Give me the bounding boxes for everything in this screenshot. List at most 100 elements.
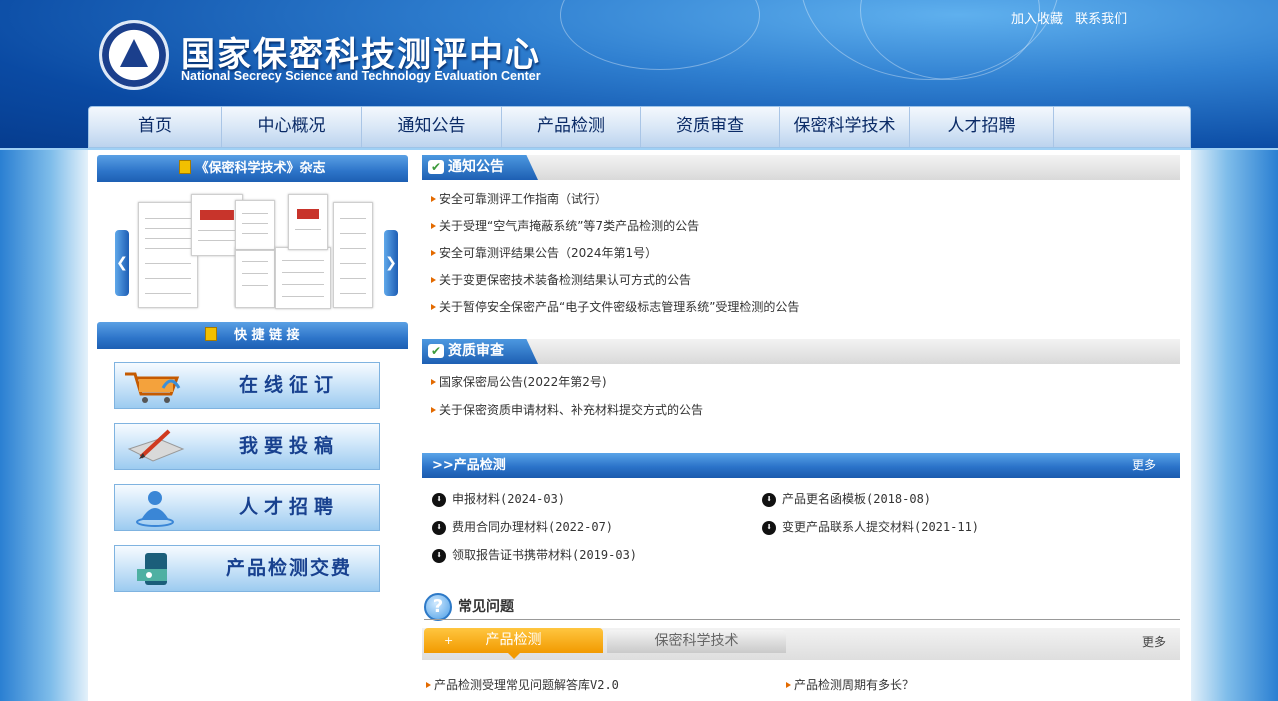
download-text: 申报材料(2024-03) xyxy=(452,492,566,506)
faq-tab-bar: + 产品检测 保密科学技术 更多 xyxy=(422,628,1180,660)
shopping-cart-icon xyxy=(125,372,181,403)
contact-link[interactable]: 联系我们 xyxy=(1075,12,1127,27)
bullet-icon xyxy=(431,407,436,413)
download-item[interactable]: ⬇ 申报材料(2024-03) xyxy=(432,490,565,507)
check-icon: ✔ xyxy=(428,160,444,174)
qualification-item[interactable]: 国家保密局公告(2022年第2号) xyxy=(431,373,607,390)
faq-divider xyxy=(424,619,1180,620)
submit-manuscript-label: 我要投稿 xyxy=(238,435,339,457)
qualification-tab[interactable]: ✔ 资质审查 xyxy=(422,339,538,364)
nav-about[interactable]: 中心概况 xyxy=(222,107,362,147)
carousel-prev-button[interactable]: ❮ xyxy=(115,230,129,296)
bullet-icon xyxy=(786,682,791,688)
notice-text: 安全可靠测评工作指南（试行） xyxy=(439,192,608,206)
notice-text: 安全可靠测评结果公告（2024年第1号） xyxy=(439,246,658,260)
nav-secrecy-tech[interactable]: 保密科学技术 xyxy=(780,107,910,147)
download-item[interactable]: ⬇ 变更产品联系人提交材料(2021-11) xyxy=(762,518,979,535)
magazine-carousel: ❮ ❯ xyxy=(115,192,398,310)
notice-item[interactable]: 安全可靠测评工作指南（试行） xyxy=(431,190,607,207)
payment-card-icon xyxy=(137,553,167,585)
magazine-page-thumb[interactable] xyxy=(235,250,275,308)
faq-tab-secrecy-tech[interactable]: 保密科学技术 xyxy=(607,630,786,653)
notice-text: 关于暂停安全保密产品“电子文件密级标志管理系统”受理检测的公告 xyxy=(439,300,800,314)
question-icon: ? xyxy=(424,593,452,621)
book-icon xyxy=(205,327,218,341)
nav-product-testing[interactable]: 产品检测 xyxy=(502,107,641,147)
nav-qualification[interactable]: 资质审查 xyxy=(641,107,780,147)
faq-tab-product-testing[interactable]: + 产品检测 xyxy=(424,628,603,659)
recruitment-label: 人才招聘 xyxy=(238,496,339,518)
testing-fee-button[interactable]: 产品检测交费 xyxy=(114,545,380,592)
download-icon: ⬇ xyxy=(762,493,776,507)
notice-item[interactable]: 关于变更保密技术装备检测结果认可方式的公告 xyxy=(431,271,691,288)
bullet-icon xyxy=(431,223,436,229)
magazine-page-thumb[interactable] xyxy=(275,247,331,309)
notice-item[interactable]: 安全可靠测评结果公告（2024年第1号） xyxy=(431,244,657,261)
main-nav: 首页 中心概况 通知公告 产品检测 资质审查 保密科学技术 人才招聘 xyxy=(88,106,1191,148)
product-testing-more-link[interactable]: 更多 xyxy=(1132,453,1156,478)
tab-pointer xyxy=(508,653,520,659)
magazine-header: 《保密科学技术》杂志 xyxy=(97,155,408,182)
product-testing-title: >>产品检测 xyxy=(432,458,506,473)
notices-tab[interactable]: ✔ 通知公告 xyxy=(422,155,538,180)
notice-text: 关于变更保密技术装备检测结果认可方式的公告 xyxy=(439,273,692,287)
bullet-icon xyxy=(431,304,436,310)
add-favorite-link[interactable]: 加入收藏 xyxy=(1011,12,1063,27)
download-item[interactable]: ⬇ 产品更名函模板(2018-08) xyxy=(762,490,931,507)
notice-text: 关于受理“空气声掩蔽系统”等7类产品检测的公告 xyxy=(439,219,700,233)
faq-item[interactable]: 产品检测受理常见问题解答库V2.0 xyxy=(426,676,619,693)
download-text: 变更产品联系人提交材料(2021-11) xyxy=(782,520,980,534)
magazine-page-thumb[interactable] xyxy=(288,194,328,250)
recruitment-button[interactable]: 人才招聘 xyxy=(114,484,380,531)
bullet-icon xyxy=(426,682,431,688)
download-text: 产品更名函模板(2018-08) xyxy=(782,492,932,506)
pen-paper-icon xyxy=(127,429,185,462)
submit-manuscript-button[interactable]: 我要投稿 xyxy=(114,423,380,470)
download-icon: ⬇ xyxy=(762,521,776,535)
book-icon xyxy=(179,160,192,174)
download-text: 领取报告证书携带材料(2019-03) xyxy=(452,548,638,562)
bullet-icon xyxy=(431,277,436,283)
nav-home[interactable]: 首页 xyxy=(89,107,222,147)
online-subscribe-button[interactable]: 在线征订 xyxy=(114,362,380,409)
faq-text: 产品检测受理常见问题解答库V2.0 xyxy=(434,678,619,692)
person-icon xyxy=(136,491,174,527)
faq-tab-label: 产品检测 xyxy=(485,632,542,648)
site-subtitle: National Secrecy Science and Technology … xyxy=(181,69,541,83)
qualification-item[interactable]: 关于保密资质申请材料、补充材料提交方式的公告 xyxy=(431,401,703,418)
faq-header: ? 常见问题 xyxy=(424,593,514,621)
nav-notices[interactable]: 通知公告 xyxy=(362,107,502,147)
download-item[interactable]: ⬇ 费用合同办理材料(2022-07) xyxy=(432,518,613,535)
online-subscribe-label: 在线征订 xyxy=(238,374,339,396)
qualification-header: ✔ 资质审查 xyxy=(422,339,1180,364)
download-icon: ⬇ xyxy=(432,493,446,507)
notice-item[interactable]: 关于受理“空气声掩蔽系统”等7类产品检测的公告 xyxy=(431,217,699,234)
download-item[interactable]: ⬇ 领取报告证书携带材料(2019-03) xyxy=(432,546,637,563)
qualification-title: 资质审查 xyxy=(448,343,504,359)
notices-header: ✔ 通知公告 xyxy=(422,155,1180,180)
magazine-title: 《保密科学技术》杂志 xyxy=(195,161,326,176)
bullet-icon xyxy=(431,379,436,385)
product-testing-header: >>产品检测 更多 xyxy=(422,453,1180,478)
site-logo[interactable] xyxy=(99,20,169,90)
download-icon: ⬇ xyxy=(432,521,446,535)
faq-text: 产品检测周期有多长？ xyxy=(794,678,915,692)
carousel-next-button[interactable]: ❯ xyxy=(384,230,398,296)
qualification-text: 国家保密局公告(2022年第2号) xyxy=(439,375,607,389)
notice-item[interactable]: 关于暂停安全保密产品“电子文件密级标志管理系统”受理检测的公告 xyxy=(431,298,799,315)
magazine-page-thumb[interactable] xyxy=(138,202,198,308)
quick-links-title: 快 捷 链 接 xyxy=(233,328,300,343)
magazine-page-thumb[interactable] xyxy=(235,200,275,250)
download-icon: ⬇ xyxy=(432,549,446,563)
check-icon: ✔ xyxy=(428,344,444,358)
faq-more-link[interactable]: 更多 xyxy=(1142,633,1166,650)
top-links: 加入收藏 联系我们 xyxy=(1011,8,1135,27)
magazine-page-thumb[interactable] xyxy=(333,202,373,308)
notices-title: 通知公告 xyxy=(448,159,504,175)
nav-recruitment[interactable]: 人才招聘 xyxy=(910,107,1054,147)
bullet-icon xyxy=(431,250,436,256)
faq-item[interactable]: 产品检测周期有多长？ xyxy=(786,676,914,693)
download-text: 费用合同办理材料(2022-07) xyxy=(452,520,614,534)
testing-fee-label: 产品检测交费 xyxy=(225,557,352,579)
plus-icon: + xyxy=(444,634,454,647)
